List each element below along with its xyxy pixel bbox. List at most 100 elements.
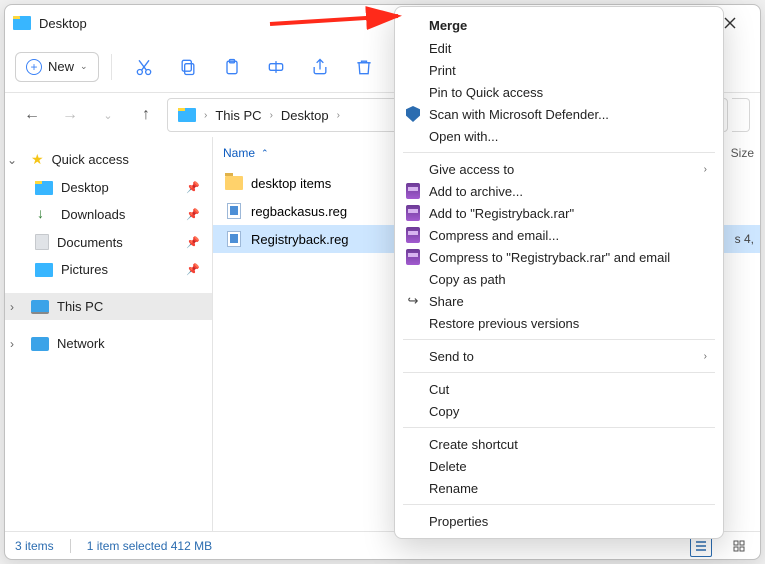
sidebar-item-desktop[interactable]: Desktop 📌: [5, 174, 212, 201]
new-button-label: New: [48, 59, 74, 74]
ctx-compress-and-email[interactable]: Compress and email...: [395, 224, 723, 246]
winrar-icon: [405, 205, 421, 221]
pin-icon: 📌: [186, 263, 200, 276]
folder-icon: [13, 16, 31, 30]
back-button[interactable]: ←: [15, 98, 49, 132]
ctx-give-access-to[interactable]: Give access to›: [395, 158, 723, 180]
status-selection: 1 item selected 412 MB: [87, 539, 212, 553]
ctx-rename[interactable]: Rename: [395, 477, 723, 499]
pin-icon: 📌: [186, 236, 200, 249]
file-row-suffix: s 4,: [735, 232, 760, 246]
winrar-icon: [405, 183, 421, 199]
sidebar-item-label: Desktop: [61, 180, 109, 195]
context-menu: Merge Edit Print Pin to Quick access Sca…: [394, 6, 724, 539]
cut-button[interactable]: [124, 47, 164, 87]
navigation-pane: ★ Quick access Desktop 📌 Downloads 📌 Doc…: [5, 137, 213, 531]
forward-button[interactable]: →: [53, 98, 87, 132]
ctx-add-to-rar[interactable]: Add to "Registryback.rar": [395, 202, 723, 224]
search-box-stub[interactable]: [732, 98, 750, 132]
separator: [403, 152, 715, 153]
ctx-share[interactable]: ↪Share: [395, 290, 723, 312]
ctx-restore-previous-versions[interactable]: Restore previous versions: [395, 312, 723, 334]
pin-icon: 📌: [186, 181, 200, 194]
column-header-size-label: Size: [731, 146, 754, 160]
network-icon: [31, 337, 49, 351]
ctx-copy[interactable]: Copy: [395, 400, 723, 422]
recent-locations-button[interactable]: ⌄: [91, 98, 125, 132]
desktop-icon: [35, 181, 53, 195]
submenu-arrow-icon: ›: [704, 164, 707, 175]
ctx-send-to[interactable]: Send to›: [395, 345, 723, 367]
annotation-arrow: [270, 10, 420, 45]
winrar-icon: [405, 249, 421, 265]
ctx-add-to-archive[interactable]: Add to archive...: [395, 180, 723, 202]
sidebar-quick-access[interactable]: ★ Quick access: [5, 145, 212, 174]
sort-caret-icon: ⌃: [261, 148, 269, 159]
star-icon: ★: [31, 151, 44, 168]
sidebar-item-pictures[interactable]: Pictures 📌: [5, 256, 212, 283]
sidebar-item-documents[interactable]: Documents 📌: [5, 228, 212, 256]
sidebar-item-label: Pictures: [61, 262, 108, 277]
paste-button[interactable]: [212, 47, 252, 87]
pictures-icon: [35, 263, 53, 277]
column-header-name-label: Name: [223, 146, 255, 160]
view-large-icons-button[interactable]: [728, 535, 750, 557]
ctx-open-with[interactable]: Open with...: [395, 125, 723, 147]
ctx-compress-to-and-email[interactable]: Compress to "Registryback.rar" and email: [395, 246, 723, 268]
folder-icon: [225, 175, 243, 191]
share-icon: ↪: [405, 293, 421, 309]
plus-icon: +: [26, 59, 42, 75]
file-name: regbackasus.reg: [251, 204, 347, 219]
sidebar-item-label: Documents: [57, 235, 123, 250]
location-icon: [178, 108, 196, 122]
downloads-icon: [35, 208, 53, 222]
sidebar-item-label: This PC: [57, 299, 103, 314]
delete-button[interactable]: [344, 47, 384, 87]
chevron-right-icon: ›: [204, 110, 207, 121]
ctx-defender-scan[interactable]: Scan with Microsoft Defender...: [395, 103, 723, 125]
documents-icon: [35, 234, 49, 250]
up-button[interactable]: ↑: [129, 98, 163, 132]
pin-icon: 📌: [186, 208, 200, 221]
sidebar-item-downloads[interactable]: Downloads 📌: [5, 201, 212, 228]
file-name: desktop items: [251, 176, 331, 191]
sidebar-item-label: Quick access: [52, 152, 129, 167]
status-item-count: 3 items: [15, 539, 54, 553]
window-title: Desktop: [39, 16, 87, 31]
ctx-copy-as-path[interactable]: Copy as path: [395, 268, 723, 290]
chevron-right-icon: ›: [270, 110, 273, 121]
separator: [403, 372, 715, 373]
ctx-edit[interactable]: Edit: [395, 37, 723, 59]
breadcrumb-thispc[interactable]: This PC: [215, 108, 261, 123]
ctx-pin-quick-access[interactable]: Pin to Quick access: [395, 81, 723, 103]
ctx-cut[interactable]: Cut: [395, 378, 723, 400]
copy-button[interactable]: [168, 47, 208, 87]
reg-file-icon: [225, 203, 243, 219]
winrar-icon: [405, 227, 421, 243]
file-name: Registryback.reg: [251, 232, 349, 247]
separator: [403, 427, 715, 428]
chevron-right-icon: ›: [337, 110, 340, 121]
rename-button[interactable]: [256, 47, 296, 87]
ctx-merge[interactable]: Merge: [395, 13, 723, 37]
share-button[interactable]: [300, 47, 340, 87]
separator: [403, 339, 715, 340]
ctx-delete[interactable]: Delete: [395, 455, 723, 477]
column-header-name[interactable]: Name ⌃: [223, 146, 423, 160]
new-button[interactable]: + New ⌄: [15, 52, 99, 82]
submenu-arrow-icon: ›: [704, 351, 707, 362]
separator: [403, 504, 715, 505]
shield-icon: [405, 106, 421, 122]
breadcrumb-desktop[interactable]: Desktop: [281, 108, 329, 123]
sidebar-item-network[interactable]: Network: [5, 330, 212, 357]
pc-icon: [31, 300, 49, 314]
sidebar-item-label: Downloads: [61, 207, 125, 222]
sidebar-item-label: Network: [57, 336, 105, 351]
ctx-properties[interactable]: Properties: [395, 510, 723, 532]
ctx-create-shortcut[interactable]: Create shortcut: [395, 433, 723, 455]
ctx-print[interactable]: Print: [395, 59, 723, 81]
chevron-down-icon: ⌄: [80, 61, 88, 72]
column-header-size[interactable]: Size: [731, 146, 760, 160]
sidebar-item-thispc[interactable]: This PC: [5, 293, 212, 320]
reg-file-icon: [225, 231, 243, 247]
